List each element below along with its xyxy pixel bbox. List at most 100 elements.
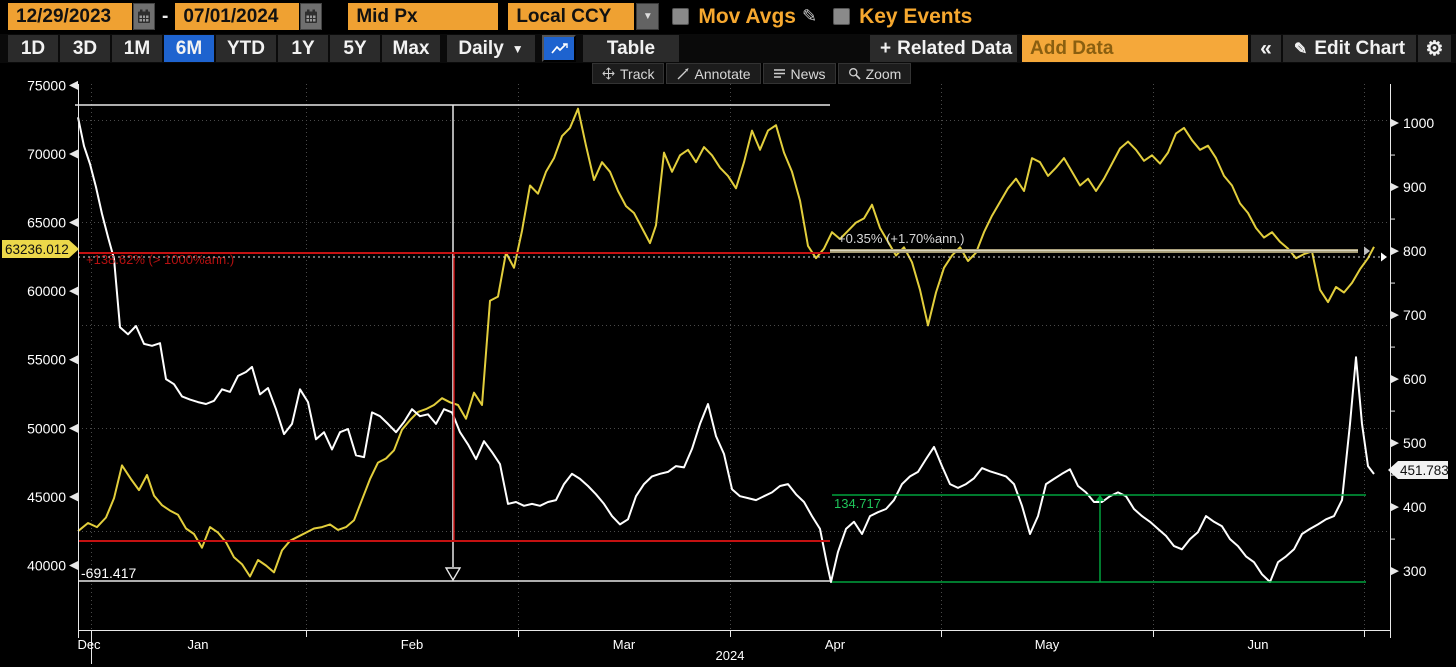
right-axis-tick: [1390, 183, 1399, 192]
edit-chart-label: Edit Chart: [1314, 38, 1405, 60]
x-axis-month-label: May: [1035, 637, 1060, 652]
edit-chart-button[interactable]: ✎ Edit Chart: [1283, 35, 1416, 62]
start-date-field[interactable]: 12/29/2023: [8, 3, 132, 30]
yellow-series-last-value: 63236.012: [5, 242, 69, 257]
yellow-series-line[interactable]: [78, 109, 1374, 577]
right-axis-tick-label: 800: [1403, 243, 1427, 259]
line-chart-view-button[interactable]: [542, 35, 576, 62]
news-label: News: [791, 66, 826, 82]
period-toolbar: 1D 3D 1M 6M YTD 1Y 5Y Max Daily ▼ Table …: [0, 34, 1456, 63]
track-crosshair-icon: [602, 67, 615, 80]
end-date-value: 07/01/2024: [183, 6, 278, 28]
price-chart-canvas[interactable]: -691.417 +138.62% (> 1000%ann.) +0.35% (+1…: [0, 0, 1456, 667]
tab-period-ytd[interactable]: YTD: [216, 35, 276, 62]
khaki-label[interactable]: +0.35% (+1.70%ann.): [838, 231, 964, 246]
tab-period-max[interactable]: Max: [382, 35, 440, 62]
right-axis-tick: [1390, 311, 1399, 320]
chart-settings-gear-button[interactable]: ⚙: [1418, 35, 1451, 62]
right-axis-tick: [1390, 567, 1399, 576]
end-date-field[interactable]: 07/01/2024: [175, 3, 299, 30]
white-measure-label[interactable]: -691.417: [81, 565, 136, 581]
left-axis-tick: [69, 424, 78, 433]
left-axis-tick-label: 65000: [27, 215, 66, 231]
left-axis-tick: [69, 355, 78, 364]
x-axis-month-label: Mar: [613, 637, 636, 652]
related-data-button[interactable]: + Related Data: [870, 35, 1017, 62]
frequency-value: Daily: [458, 38, 503, 60]
x-axis-month-label: Jun: [1248, 637, 1269, 652]
last-price-arrow[interactable]: [1381, 253, 1387, 262]
price-field-selector[interactable]: Mid Px: [348, 3, 498, 30]
mov-avgs-label[interactable]: Mov Avgs: [698, 5, 796, 29]
key-events-checkbox[interactable]: [833, 8, 850, 25]
x-axis-year-label: 2024: [716, 648, 745, 663]
left-axis-tick-label: 40000: [27, 558, 66, 574]
annotate-button[interactable]: Annotate: [666, 63, 760, 84]
chart-tools-toolbar: Track Annotate News Zoom: [592, 63, 913, 84]
right-axis-tick: [1390, 247, 1399, 256]
left-axis-tick-label: 55000: [27, 352, 66, 368]
white-series-line[interactable]: [78, 117, 1374, 582]
right-axis-tick-label: 600: [1403, 371, 1427, 387]
tab-period-1m[interactable]: 1M: [112, 35, 162, 62]
left-axis-tick-label: 75000: [27, 77, 66, 93]
right-axis-tick: [1390, 503, 1399, 512]
left-axis-tick: [69, 81, 78, 90]
price-field-value: Mid Px: [356, 6, 417, 28]
white-measure-arrow[interactable]: [446, 568, 460, 580]
left-axis-tick: [69, 218, 78, 227]
collapse-panel-button[interactable]: «: [1251, 35, 1281, 62]
start-date-value: 12/29/2023: [16, 6, 111, 28]
calendar-icon: [137, 9, 151, 24]
right-axis-tick: [1390, 119, 1399, 128]
frequency-dropdown[interactable]: Daily ▼: [447, 35, 535, 62]
right-axis-tick-label: 1000: [1403, 115, 1434, 131]
zoom-button[interactable]: Zoom: [838, 63, 912, 84]
table-view-button[interactable]: Table: [583, 35, 679, 62]
line-chart-icon: [550, 41, 568, 57]
tab-period-1d[interactable]: 1D: [8, 35, 58, 62]
x-axis-month-label: Jan: [188, 637, 209, 652]
zoom-label: Zoom: [866, 66, 902, 82]
left-axis-tick: [69, 561, 78, 570]
currency-selector[interactable]: Local CCY: [508, 3, 634, 30]
right-axis-tick-label: 300: [1403, 563, 1427, 579]
tab-period-5y[interactable]: 5Y: [330, 35, 380, 62]
annotate-label: Annotate: [694, 66, 750, 82]
news-button[interactable]: News: [763, 63, 836, 84]
left-axis-tick-label: 50000: [27, 420, 66, 436]
tab-period-1y[interactable]: 1Y: [278, 35, 328, 62]
x-axis-month-label: Feb: [401, 637, 423, 652]
right-axis-tick-label: 700: [1403, 307, 1427, 323]
green-arrow[interactable]: [1096, 495, 1105, 501]
tab-period-3d[interactable]: 3D: [60, 35, 110, 62]
x-axis-month-label: Apr: [825, 637, 846, 652]
x-axis-month-label: Dec: [77, 637, 101, 652]
currency-value: Local CCY: [516, 6, 611, 28]
left-axis-tick: [69, 287, 78, 296]
left-axis-tick: [69, 149, 78, 158]
add-data-input[interactable]: [1022, 35, 1248, 62]
calendar-icon: [304, 9, 318, 24]
mov-avgs-checkbox[interactable]: [672, 8, 689, 25]
end-date-calendar-button[interactable]: [300, 3, 322, 30]
left-axis-tick-label: 45000: [27, 489, 66, 505]
currency-dropdown-button[interactable]: ▼: [636, 3, 659, 30]
news-lines-icon: [773, 68, 786, 79]
track-button[interactable]: Track: [592, 63, 664, 84]
right-axis-tick-label: 900: [1403, 179, 1427, 195]
tab-period-6m-selected[interactable]: 6M: [164, 35, 214, 62]
right-axis-tick: [1390, 439, 1399, 448]
right-axis-tick-label: 400: [1403, 499, 1427, 515]
right-axis-tick: [1390, 375, 1399, 384]
mov-avgs-edit-pencil-icon[interactable]: ✎: [802, 6, 817, 27]
red-measure-label[interactable]: +138.62% (> 1000%ann.): [86, 252, 234, 267]
track-label: Track: [620, 66, 654, 82]
white-series-last-value: 451.783: [1400, 463, 1449, 478]
green-measure-label[interactable]: 134.717: [834, 496, 881, 511]
plus-icon: +: [880, 38, 891, 60]
start-date-calendar-button[interactable]: [133, 3, 155, 30]
key-events-label[interactable]: Key Events: [859, 5, 972, 29]
right-axis-tick-label: 500: [1403, 435, 1427, 451]
chevron-down-icon: ▼: [643, 11, 653, 22]
